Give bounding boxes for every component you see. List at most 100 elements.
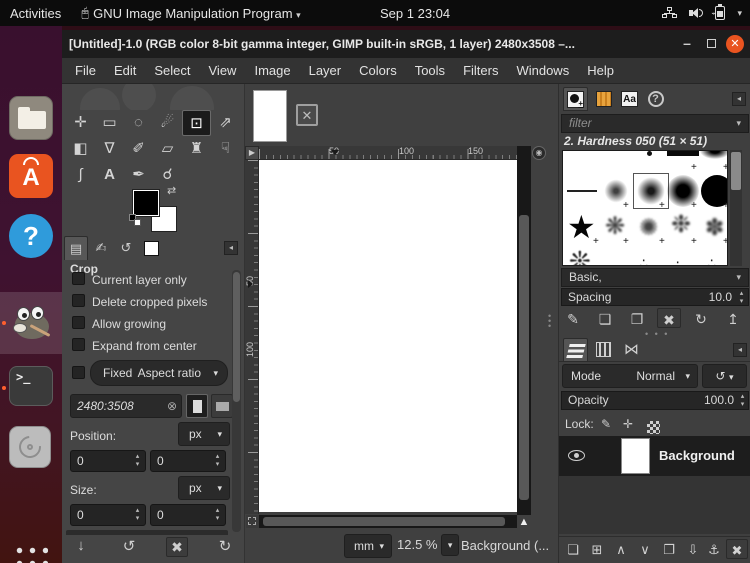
open-brush-button[interactable]: ↥	[721, 308, 745, 330]
transform-tool[interactable]: ⇗	[211, 110, 240, 136]
checkbox-delete-cropped-pixels[interactable]	[72, 294, 85, 307]
lock-pixels-button[interactable]: ✎	[601, 413, 611, 435]
merge-layer-button[interactable]: ⇩	[682, 539, 704, 561]
menu-windows[interactable]: Windows	[507, 58, 578, 84]
horizontal-scrollbar-thumb[interactable]	[263, 517, 505, 526]
brush-item-splat[interactable]: ❊	[569, 248, 591, 265]
brush-filter-input[interactable]: filter ▾	[561, 114, 749, 133]
collapse-panel-button[interactable]: ◂	[224, 241, 238, 255]
restore-tool-preset-button[interactable]: ↺	[118, 537, 140, 555]
brush-grid[interactable]: + + + + + + ★ ❋ ✺ ❉ ✽ + +	[562, 150, 728, 266]
swap-colors-icon[interactable]: ⇄	[167, 184, 176, 197]
zoom-follow-window-button[interactable]: ◉	[532, 146, 546, 160]
duplicate-brush-button[interactable]: ❐	[625, 308, 649, 330]
layer-row-background[interactable]: Background	[559, 436, 750, 476]
brush-item-star[interactable]: ★	[567, 211, 596, 243]
tab-brushes[interactable]: +	[563, 87, 588, 111]
portrait-orientation-button[interactable]	[186, 394, 208, 418]
brush-item[interactable]	[667, 151, 699, 156]
gradient-tool[interactable]: ◧	[66, 136, 95, 162]
dialog-splitter-handle[interactable]: • • •	[645, 330, 669, 339]
horizontal-scrollbar[interactable]	[259, 515, 517, 528]
fixed-dropdown[interactable]: Fixed Aspect ratio ▾	[90, 360, 228, 386]
focused-app-menu[interactable]: GNU Image Manipulation Program ▾	[91, 6, 311, 21]
menu-tools[interactable]: Tools	[406, 58, 454, 84]
position-unit-dropdown[interactable]: px ▾	[178, 422, 230, 446]
brush-item[interactable]	[567, 190, 597, 192]
bucket-fill-tool[interactable]: ∇	[95, 136, 124, 162]
delete-brush-button[interactable]: ✖	[657, 308, 681, 328]
reset-tool-options-button[interactable]: ↻	[214, 537, 236, 555]
checkbox-current-layer-only[interactable]	[72, 272, 85, 285]
position-x-field[interactable]: 0 ▴ ▾	[70, 450, 146, 472]
activities-button[interactable]: Activities	[0, 6, 71, 21]
menu-edit[interactable]: Edit	[105, 58, 145, 84]
image-canvas[interactable]	[259, 160, 517, 512]
brush-grid-scrollbar[interactable]	[730, 150, 742, 266]
minimize-button[interactable]: –	[676, 30, 698, 58]
refresh-brushes-button[interactable]: ↻	[689, 308, 713, 330]
quick-mask-toggle[interactable]	[246, 515, 259, 528]
brush-item-texture[interactable]: ❉	[671, 213, 691, 237]
brush-item[interactable]	[700, 151, 727, 159]
rectangle-select-tool[interactable]: ▭	[95, 110, 124, 136]
tab-device-status[interactable]: ✍	[89, 236, 113, 260]
lock-position-button[interactable]: ✛	[623, 413, 633, 435]
size-unit-dropdown[interactable]: px ▾	[178, 476, 230, 500]
checkbox-fixed[interactable]	[72, 366, 85, 379]
new-layer-button[interactable]: ❏	[562, 539, 584, 561]
delete-layer-button[interactable]: ✖	[726, 539, 748, 559]
dock-item-firefox[interactable]	[9, 38, 53, 82]
layer-visibility-eye-icon[interactable]	[568, 450, 585, 461]
brush-item-specks[interactable]: ∴	[639, 255, 648, 265]
position-y-field[interactable]: 0 ▴ ▾	[150, 450, 226, 472]
vertical-scrollbar[interactable]	[517, 146, 531, 515]
size-height-field[interactable]: 0 ▴ ▾	[150, 504, 226, 526]
raise-layer-button[interactable]: ∧	[610, 539, 632, 561]
tab-undo-history[interactable]: ↺	[114, 236, 138, 260]
ruler-corner-menu-button[interactable]: ▶	[245, 146, 259, 160]
dock-splitter-handle[interactable]: • • •	[548, 312, 552, 331]
fuzzy-select-tool[interactable]: ☄	[153, 110, 182, 136]
duplicate-layer-button[interactable]: ❐	[658, 539, 680, 561]
dock-item-software[interactable]: A	[9, 154, 53, 198]
tool-options-scrollbar[interactable]	[232, 270, 241, 532]
brush-item[interactable]	[647, 151, 652, 156]
menu-view[interactable]: View	[200, 58, 246, 84]
vertical-scrollbar-thumb[interactable]	[519, 215, 529, 500]
paths-tool[interactable]: ∫	[66, 162, 95, 188]
brush-item-texture[interactable]: ✽	[705, 215, 724, 239]
tab-layers[interactable]	[563, 338, 588, 362]
title-bar[interactable]: [Untitled]-1.0 (RGB color 8-bit gamma in…	[62, 30, 750, 58]
delete-tool-preset-button[interactable]: ✖	[166, 537, 188, 557]
color-picker-tool[interactable]: ✒	[124, 162, 153, 188]
foreground-color-swatch[interactable]	[132, 189, 160, 217]
new-brush-button[interactable]: ❏	[593, 308, 617, 330]
maximize-button[interactable]	[700, 30, 722, 58]
tab-paths[interactable]: ⋈	[619, 338, 644, 362]
menu-colors[interactable]: Colors	[350, 58, 406, 84]
menu-file[interactable]: File	[66, 58, 105, 84]
image-tab-close[interactable]: ✕	[296, 104, 318, 126]
dock-item-help[interactable]: ?	[9, 214, 53, 258]
dock-item-app-grid[interactable]	[9, 540, 53, 563]
menu-image[interactable]: Image	[245, 58, 299, 84]
free-select-tool[interactable]: ◌	[124, 110, 153, 136]
anchor-layer-button[interactable]: ⚓	[703, 539, 725, 561]
system-tray[interactable]: ⌁ ▾	[662, 4, 742, 20]
zoom-dropdown-button[interactable]: ▾	[441, 534, 460, 556]
move-tool[interactable]: ✛	[66, 110, 95, 136]
brush-spacing-slider[interactable]: Spacing 10.0 ▴ ▾	[561, 288, 749, 306]
size-width-field[interactable]: 0 ▴ ▾	[70, 504, 146, 526]
layer-mode-switch-button[interactable]: ↺ ▾	[702, 364, 747, 388]
clone-tool[interactable]: ♜	[182, 136, 211, 162]
text-tool[interactable]: A	[95, 162, 124, 188]
dock-item-files[interactable]	[9, 96, 53, 140]
brush-scrollbar-thumb[interactable]	[731, 152, 741, 190]
brush-item-specks[interactable]: ∴	[707, 255, 716, 265]
tab-document-history[interactable]: ?	[643, 87, 668, 111]
opacity-slider[interactable]: Opacity 100.0 ▴ ▾	[561, 391, 749, 410]
collapse-layers-button[interactable]: ◂	[733, 343, 747, 357]
brush-item-specks[interactable]: ∴	[673, 257, 682, 265]
brush-item-texture[interactable]: ✺	[639, 215, 658, 239]
